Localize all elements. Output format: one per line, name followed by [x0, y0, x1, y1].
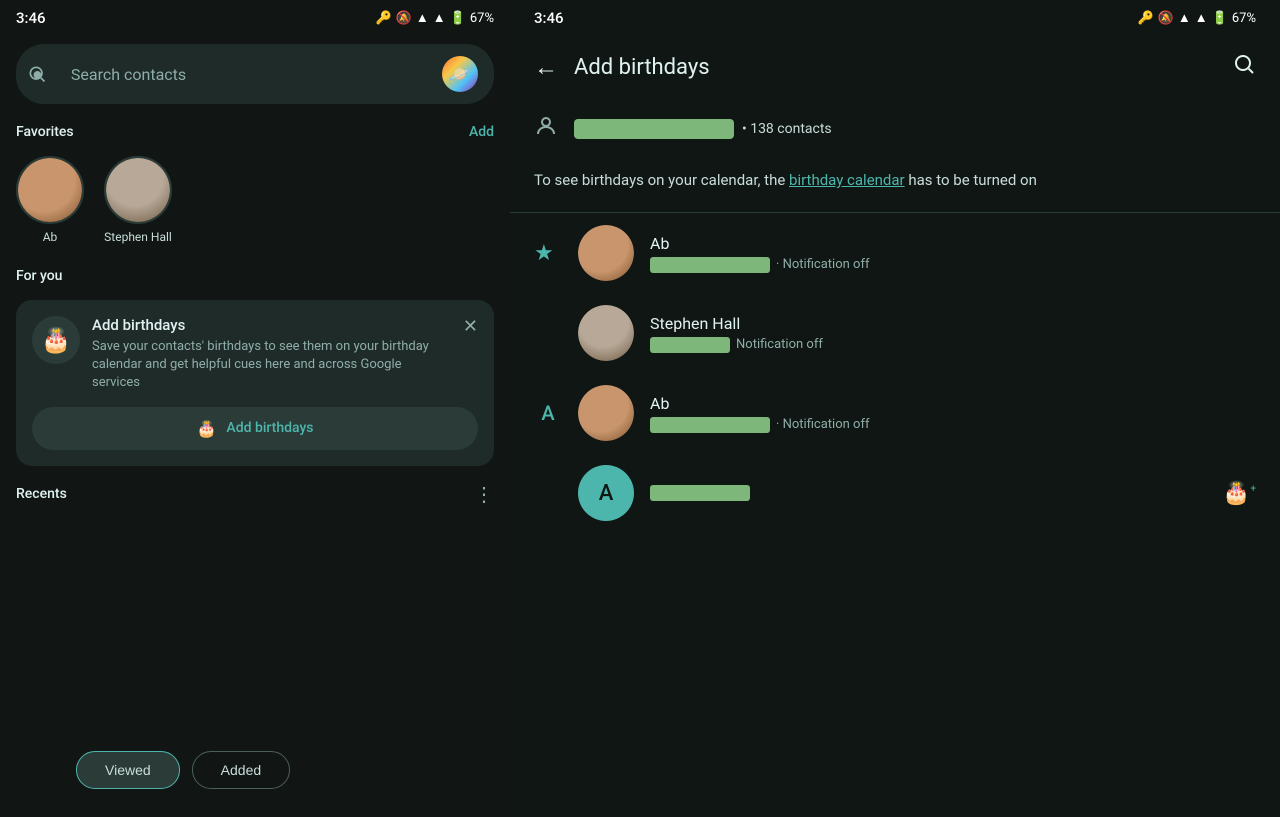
recents-header: Recents ⋮: [0, 466, 510, 514]
profile-avatar[interactable]: 🪐: [442, 56, 478, 92]
right-toolbar: ← Add birthdays: [510, 36, 1280, 98]
signal-icon: ▲: [433, 10, 446, 26]
contact-item-ab-1[interactable]: ★ Ab · Notification off: [510, 213, 1280, 293]
tab-viewed[interactable]: Viewed: [76, 751, 180, 789]
contact-name-ab-1: Ab: [650, 234, 1256, 253]
contact-item-stephen[interactable]: ★ Stephen Hall Notification off: [510, 293, 1280, 373]
contact-details-ab-2: Ab · Notification off: [650, 394, 1256, 433]
favorites-header: Favorites Add: [0, 116, 510, 148]
notice-text-before: To see birthdays on your calendar, the: [534, 171, 789, 189]
favorites-add-button[interactable]: Add: [469, 124, 494, 140]
favorites-title: Favorites: [16, 124, 74, 140]
page-title: Add birthdays: [574, 55, 1216, 80]
birthday-calendar-link[interactable]: birthday calendar: [789, 171, 905, 189]
account-info: • 138 contacts: [574, 119, 832, 139]
add-birthdays-button[interactable]: 🎂 Add birthdays: [32, 407, 478, 450]
contacts-list: ★ Ab · Notification off ★ Stephen Hall: [510, 213, 1280, 817]
notification-ab-2: · Notification off: [776, 417, 870, 432]
tab-added[interactable]: Added: [192, 751, 290, 789]
right-panel: 3:46 🔑 🔕 ▲ ▲ 🔋 67% ← Add birthdays • 13: [510, 0, 1280, 817]
date-bar-ab-2: [650, 417, 770, 433]
close-button[interactable]: ✕: [463, 316, 478, 337]
account-row: • 138 contacts: [510, 98, 1280, 160]
recents-tabs: Viewed Added: [60, 743, 306, 797]
favorite-ab[interactable]: Ab: [16, 156, 84, 244]
avatar-ab-right-1: [578, 225, 634, 281]
time-left: 3:46: [16, 9, 46, 27]
contact-name-ab-2: Ab: [650, 394, 1256, 413]
recents-title: Recents: [16, 486, 67, 502]
fav-name-stephen: Stephen Hall: [104, 230, 172, 244]
mute-icon-right: 🔕: [1158, 11, 1174, 26]
letter-a-1: A: [534, 401, 562, 425]
contact-sub-stephen: Notification off: [650, 337, 1256, 353]
search-button-right[interactable]: [1232, 52, 1256, 82]
birthday-cake-icon: 🎂: [32, 316, 80, 364]
back-button[interactable]: ←: [534, 53, 558, 82]
avatar-stephen: [104, 156, 172, 224]
fav-name-ab: Ab: [43, 230, 58, 244]
status-icons-right: 🔑 🔕 ▲ ▲ 🔋 67%: [1138, 10, 1256, 26]
avatar-ab: [16, 156, 84, 224]
account-icon: [534, 114, 558, 144]
contact-item-ab-2[interactable]: A Ab · Notification off: [510, 373, 1280, 453]
search-bar[interactable]: ● Search contacts 🪐: [16, 44, 494, 104]
contact-name-stephen: Stephen Hall: [650, 314, 1256, 333]
contact-details-ab-1: Ab · Notification off: [650, 234, 1256, 273]
battery-pct-right: 67%: [1232, 11, 1256, 26]
contact-sub-initial-a: [650, 485, 1207, 501]
notification-stephen: Notification off: [736, 337, 823, 352]
add-birthdays-btn-label: Add birthdays: [226, 420, 313, 436]
contact-sub-ab-1: · Notification off: [650, 257, 1256, 273]
star-icon: ★: [534, 241, 562, 266]
date-bar-initial-a: [650, 485, 750, 501]
birthday-notice: To see birthdays on your calendar, the b…: [510, 160, 1280, 212]
time-right: 3:46: [534, 9, 564, 27]
search-placeholder: Search contacts: [71, 65, 430, 84]
contacts-count: • 138 contacts: [742, 121, 832, 137]
more-options-button[interactable]: ⋮: [474, 482, 494, 506]
status-icons-left: 🔑 🔕 ▲ ▲ 🔋 67%: [376, 10, 494, 26]
battery-icon-right: 🔋: [1212, 11, 1228, 26]
favorite-stephen[interactable]: Stephen Hall: [104, 156, 172, 244]
for-you-section: 🎂 Add birthdays Save your contacts' birt…: [0, 292, 510, 466]
left-panel: 3:46 🔑 🔕 ▲ ▲ 🔋 67% ● Search contacts 🪐 F…: [0, 0, 510, 817]
key-icon-right: 🔑: [1138, 11, 1154, 26]
for-you-header: For you: [0, 260, 510, 292]
search-icon-svg: [27, 64, 47, 84]
birthday-text-block: Add birthdays Save your contacts' birthd…: [92, 316, 451, 393]
signal-icon-right: ▲: [1195, 10, 1208, 26]
wifi-icon-right: ▲: [1178, 10, 1191, 26]
contact-item-initial-a[interactable]: ★ A 🎂+: [510, 453, 1280, 533]
status-bar-left: 3:46 🔑 🔕 ▲ ▲ 🔋 67%: [0, 0, 510, 36]
contact-details-initial-a: [650, 485, 1207, 501]
favorites-row: Ab Stephen Hall: [0, 148, 510, 260]
avatar-initial-a: A: [578, 465, 634, 521]
add-birthday-button[interactable]: 🎂+: [1223, 481, 1256, 506]
date-bar-stephen: [650, 337, 730, 353]
notification-ab-1: · Notification off: [776, 257, 870, 272]
battery-pct-left: 67%: [470, 11, 494, 26]
birthday-card-title: Add birthdays: [92, 316, 451, 334]
wifi-icon: ▲: [416, 10, 429, 26]
birthday-card-header: 🎂 Add birthdays Save your contacts' birt…: [32, 316, 478, 393]
birthday-card: 🎂 Add birthdays Save your contacts' birt…: [16, 300, 494, 466]
for-you-title: For you: [16, 268, 62, 284]
battery-icon: 🔋: [450, 11, 466, 26]
status-bar-right: 3:46 🔑 🔕 ▲ ▲ 🔋 67%: [510, 0, 1280, 36]
account-name-placeholder: [574, 119, 734, 139]
cake-icon-btn: 🎂: [196, 419, 216, 438]
contact-details-stephen: Stephen Hall Notification off: [650, 314, 1256, 353]
notice-text-after: has to be turned on: [905, 171, 1037, 189]
mute-icon: 🔕: [396, 11, 412, 26]
birthday-card-desc: Save your contacts' birthdays to see the…: [92, 338, 451, 393]
contact-sub-ab-2: · Notification off: [650, 417, 1256, 433]
avatar-ab-right-2: [578, 385, 634, 441]
avatar-stephen-right: [578, 305, 634, 361]
date-bar-ab-1: [650, 257, 770, 273]
key-icon: 🔑: [376, 11, 392, 26]
